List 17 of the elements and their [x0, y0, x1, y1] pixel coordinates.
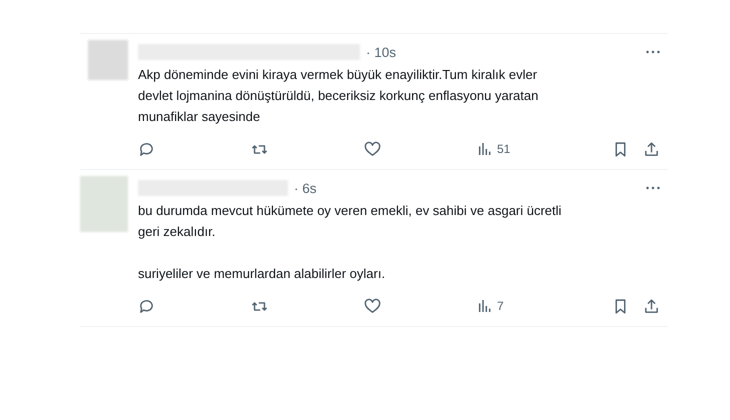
view-count[interactable]: 7 [497, 299, 504, 313]
bar-chart-icon[interactable] [477, 298, 493, 314]
reply-icon[interactable] [138, 298, 155, 314]
more-icon[interactable] [646, 50, 660, 54]
share-icon[interactable] [643, 298, 660, 314]
bar-chart-icon[interactable] [477, 141, 493, 157]
like-icon[interactable] [364, 298, 381, 314]
more-icon[interactable] [646, 186, 660, 190]
post-text: suriyeliler ve memurlardan alabilirler oyları. [138, 265, 386, 283]
post-time[interactable]: · 10s [366, 44, 396, 60]
share-icon[interactable] [643, 140, 660, 158]
post-text: Akp döneminde evini kiraya vermek büyük enayiliktir.Tum kiralık evler devlet lojmanina dönüştürüldü, beceriksiz korkunç enflasyonu yaratan munafiklar sayesinde [138, 66, 540, 126]
post-text: bu durumda mevcut hükümete oy veren emekli, ev sahibi ve asgari ücretli geri zekalıdır. [138, 202, 562, 241]
view-count[interactable]: 51 [497, 142, 510, 156]
post-time[interactable]: · 6s [294, 180, 317, 196]
like-icon[interactable] [364, 140, 381, 158]
reply-icon[interactable] [138, 140, 155, 158]
